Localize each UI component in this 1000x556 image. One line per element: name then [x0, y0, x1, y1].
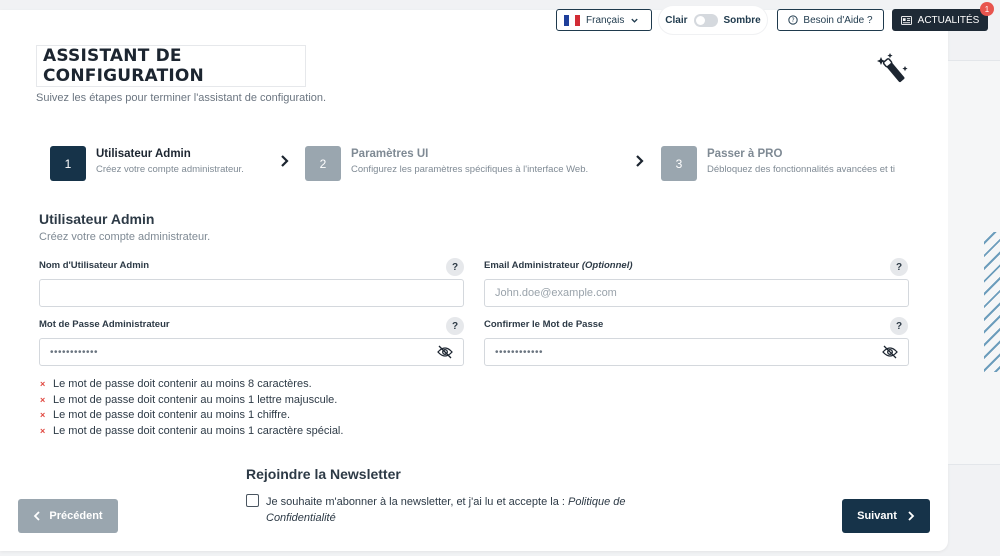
chevron-left-icon: [34, 511, 41, 521]
step-title: Paramètres UI: [351, 148, 429, 160]
step-title: Passer à PRO: [707, 148, 783, 160]
confirm-password-label: Confirmer le Mot de Passe: [484, 319, 604, 330]
newsletter-consent-text: Je souhaite m'abonner à la newsletter, e…: [266, 496, 568, 508]
step-description: Débloquez des fonctionnalités avancées e…: [707, 164, 896, 175]
step-admin-user[interactable]: 1 Utilisateur Admin Créez votre compte a…: [50, 146, 244, 181]
email-input[interactable]: [484, 279, 909, 307]
chevron-down-icon: [631, 18, 639, 23]
confirm-password-placeholder: ••••••••••••: [495, 346, 544, 358]
rule-text: Le mot de passe doit contenir au moins 1…: [53, 409, 291, 421]
theme-switch[interactable]: [693, 13, 718, 27]
news-label: ACTUALITÉS: [917, 14, 980, 26]
top-bar: Français Clair Sombre ? Besoin d'Aide ? …: [0, 2, 1000, 34]
rule-text: Le mot de passe doit contenir au moins 1…: [53, 424, 344, 437]
newsletter-consent: Je souhaite m'abonner à la newsletter, e…: [266, 494, 666, 526]
step-upgrade-pro[interactable]: 3 Passer à PRO Débloquez des fonctionnal…: [661, 146, 895, 181]
step-number: 1: [50, 146, 86, 181]
news-button[interactable]: ACTUALITÉS: [892, 9, 988, 31]
cross-icon: ×: [40, 394, 46, 405]
chevron-right-icon: [281, 155, 289, 167]
chevron-right-icon: [908, 511, 915, 521]
password-rules: × Le mot de passe doit contenir au moins …: [40, 377, 343, 439]
email-help-icon[interactable]: ?: [890, 258, 908, 276]
page-title-box: ASSISTANT DE CONFIGURATION: [36, 45, 306, 87]
theme-light-label: Clair: [665, 14, 688, 26]
previous-button[interactable]: Précédent: [18, 499, 118, 533]
next-button[interactable]: Suivant: [842, 499, 930, 533]
cross-icon: ×: [40, 410, 46, 420]
form-section-title: Utilisateur Admin: [39, 211, 155, 227]
confirm-password-help-icon[interactable]: ?: [890, 317, 908, 335]
newspaper-icon: [900, 15, 912, 25]
eye-off-icon[interactable]: [437, 345, 453, 359]
decorative-hatch: [984, 232, 1000, 372]
step-ui-settings[interactable]: 2 Paramètres UI Configurez les paramètre…: [305, 146, 588, 181]
theme-toggle[interactable]: Clair Sombre: [659, 6, 767, 34]
page-subtitle: Suivez les étapes pour terminer l'assist…: [36, 92, 327, 104]
form-section-subtitle: Créez votre compte administrateur.: [39, 231, 211, 243]
step-number: 2: [305, 146, 341, 181]
step-title: Utilisateur Admin: [96, 148, 191, 160]
password-rule: × Le mot de passe doit contenir au moins …: [40, 393, 343, 409]
username-help-icon[interactable]: ?: [446, 258, 464, 276]
magic-wand-icon: [877, 53, 908, 83]
password-rule: × Le mot de passe doit contenir au moins …: [40, 408, 343, 424]
previous-label: Précédent: [49, 510, 103, 522]
page-title: ASSISTANT DE CONFIGURATION: [43, 46, 204, 86]
password-label: Mot de Passe Administrateur: [39, 319, 170, 330]
email-optional-text: (Optionnel): [581, 260, 633, 271]
france-flag-icon: [564, 14, 580, 26]
help-label: Besoin d'Aide ?: [803, 14, 873, 26]
password-input[interactable]: ••••••••••••: [39, 338, 464, 366]
language-label: Français: [586, 14, 625, 26]
next-label: Suivant: [857, 510, 897, 522]
wizard-steps: 1 Utilisateur Admin Créez votre compte a…: [50, 146, 915, 182]
notification-badge: 1: [980, 2, 994, 16]
chevron-right-icon: [636, 155, 644, 167]
password-help-icon[interactable]: ?: [446, 317, 464, 335]
password-rule: × Le mot de passe doit contenir au moins …: [40, 424, 343, 440]
username-label: Nom d'Utilisateur Admin: [39, 260, 150, 271]
cross-icon: ×: [40, 425, 46, 436]
rule-text: Le mot de passe doit contenir au moins 1…: [53, 393, 338, 406]
email-label-text: Email Administrateur: [484, 260, 580, 271]
step-description: Créez votre compte administrateur.: [96, 164, 244, 175]
language-select[interactable]: Français: [556, 9, 652, 31]
newsletter-title: Rejoindre la Newsletter: [246, 466, 401, 482]
help-circle-icon: ?: [788, 15, 799, 25]
eye-off-icon[interactable]: [882, 345, 898, 359]
password-rule: × Le mot de passe doit contenir au moins …: [40, 377, 343, 393]
password-placeholder: ••••••••••••: [50, 346, 99, 358]
step-number: 3: [661, 146, 697, 181]
svg-text:?: ?: [792, 18, 795, 24]
newsletter-checkbox[interactable]: [246, 494, 259, 507]
email-label: Email Administrateur (Optionnel): [484, 260, 633, 271]
confirm-password-input[interactable]: ••••••••••••: [484, 338, 909, 366]
cross-icon: ×: [40, 379, 46, 389]
username-input[interactable]: [39, 279, 464, 307]
step-description: Configurez les paramètres spécifiques à …: [351, 164, 589, 175]
rule-text: Le mot de passe doit contenir au moins 8…: [53, 378, 312, 390]
theme-dark-label: Sombre: [723, 14, 761, 26]
help-button[interactable]: ? Besoin d'Aide ?: [777, 9, 884, 31]
